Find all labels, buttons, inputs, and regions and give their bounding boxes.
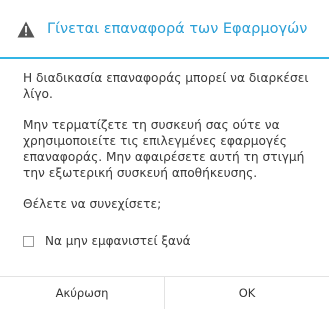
message-paragraph-1: Η διαδικασία επαναφοράς μπορεί να διαρκέ… (23, 71, 309, 101)
warning-icon (17, 21, 35, 38)
dialog-button-bar: Ακύρωση OK (0, 276, 329, 309)
message-paragraph-2: Μην τερματίζετε τη συσκευή σας ούτε να χ… (23, 118, 305, 180)
title-divider (0, 57, 329, 59)
dialog-title: Γίνεται επαναφορά των Εφαρμογών (47, 21, 308, 37)
restore-dialog: Γίνεται επαναφορά των Εφαρμογών Η διαδικ… (0, 0, 329, 309)
message-paragraph-3: Θέλετε να συνεχίσετε; (23, 197, 162, 211)
dont-show-again-row[interactable]: Να μην εμφανιστεί ξανά (23, 234, 191, 248)
cancel-button[interactable]: Ακύρωση (0, 277, 164, 309)
dialog-message: Η διαδικασία επαναφοράς μπορεί να διαρκέ… (23, 70, 315, 227)
dont-show-again-label[interactable]: Να μην εμφανιστεί ξανά (45, 234, 191, 248)
dialog-title-bar: Γίνεται επαναφορά των Εφαρμογών (0, 0, 329, 58)
ok-button[interactable]: OK (165, 277, 329, 309)
dont-show-again-checkbox[interactable] (23, 235, 34, 247)
